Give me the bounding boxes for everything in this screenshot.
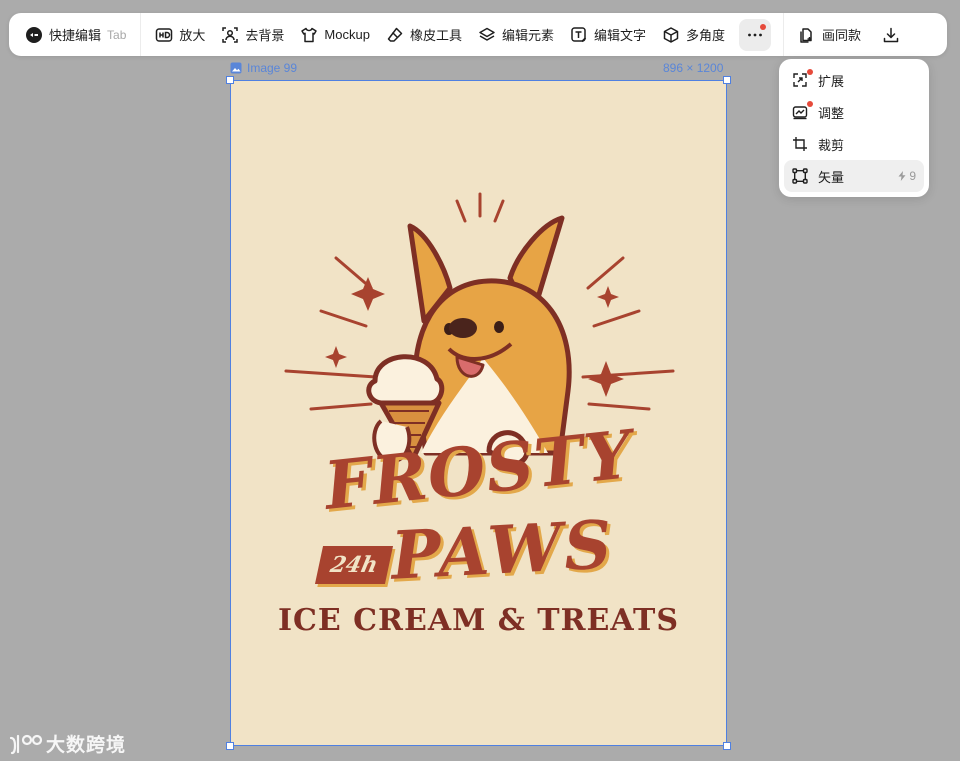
menu-item-label: 矢量 [818, 169, 845, 185]
remove-background-label: 去背景 [245, 28, 285, 43]
poster-title-line2: PAWS [389, 505, 616, 595]
edit-elements-label: 编辑元素 [501, 28, 554, 43]
edit-text-label: 编辑文字 [593, 28, 646, 43]
credit-cost: 9 [897, 169, 916, 183]
more-button[interactable] [739, 18, 771, 51]
crop-icon [793, 137, 807, 151]
expand-icon [793, 73, 807, 87]
multi-angle-button[interactable]: 多角度 [654, 19, 733, 51]
menu-item-label: 裁剪 [818, 137, 845, 153]
image-name-label: Image 99 [230, 61, 297, 75]
download-icon [883, 27, 899, 42]
resize-handle-top-left[interactable] [226, 76, 234, 84]
eraser-label: 橡皮工具 [409, 28, 462, 43]
new-feature-dot [807, 101, 813, 107]
eraser-button[interactable]: 橡皮工具 [378, 19, 470, 51]
top-toolbar: 快捷编辑 Tab 放大 去背景 Mockup 橡皮工具 编辑元素 编辑文字 多角… [9, 13, 947, 56]
notification-dot [760, 23, 766, 30]
layers-icon [479, 27, 495, 41]
mockup-label: Mockup [324, 27, 370, 42]
cube-icon [663, 26, 679, 43]
hd-icon [156, 27, 173, 42]
eraser-icon [387, 27, 403, 42]
vector-icon [792, 168, 808, 184]
draw-same-style-button[interactable]: 画同款 [790, 19, 869, 51]
resize-handle-bottom-right[interactable] [723, 742, 731, 750]
resize-handle-top-right[interactable] [723, 76, 731, 84]
poster-badge-text: 24h [327, 552, 381, 578]
toolbar-divider [140, 13, 142, 56]
watermark-text: 大数跨境 [46, 735, 127, 756]
edit-text-button[interactable]: 编辑文字 [562, 19, 654, 51]
menu-item-label: 调整 [818, 105, 845, 121]
adjust-icon [792, 106, 808, 120]
multi-angle-label: 多角度 [685, 28, 725, 43]
remove-background-button[interactable]: 去背景 [213, 19, 292, 51]
more-menu: 扩展 调整 裁剪 矢量 9 [779, 59, 929, 197]
menu-item-vector[interactable]: 矢量 9 [784, 160, 924, 192]
tshirt-icon [301, 27, 318, 42]
copy-plus-icon [800, 27, 812, 43]
upscale-button[interactable]: 放大 [147, 19, 213, 51]
draw-same-style-label: 画同款 [822, 28, 862, 43]
image-dimensions: 896 × 1200 [663, 61, 724, 75]
menu-item-label: 扩展 [818, 73, 845, 89]
quick-edit-icon [26, 26, 42, 43]
credit-cost-value: 9 [909, 169, 916, 183]
menu-item-adjust[interactable]: 调整 [784, 96, 924, 128]
toolbar-divider [783, 13, 784, 56]
resize-handle-bottom-left[interactable] [226, 742, 234, 750]
watermark-logo-icon [9, 734, 43, 754]
quick-edit-label: 快捷编辑 [49, 28, 102, 43]
image-name: Image 99 [247, 61, 298, 75]
text-edit-icon [571, 26, 587, 42]
remove-background-icon [222, 26, 239, 43]
menu-item-crop[interactable]: 裁剪 [784, 128, 924, 160]
image-icon [230, 62, 242, 74]
quick-edit-hint: Tab [107, 27, 127, 42]
upscale-label: 放大 [179, 28, 206, 43]
edit-elements-button[interactable]: 编辑元素 [470, 19, 562, 51]
mockup-button[interactable]: Mockup [292, 19, 378, 51]
new-feature-dot [807, 69, 813, 75]
lightning-icon [898, 171, 906, 181]
menu-item-expand[interactable]: 扩展 [784, 64, 924, 96]
download-button[interactable] [875, 19, 907, 51]
selected-image[interactable]: FROSTY 24h PAWS ICE CREAM & TREATS [230, 80, 727, 746]
watermark: 大数跨境 [8, 730, 126, 757]
poster-badge: 24h [314, 546, 394, 584]
poster-tagline: ICE CREAM & TREATS [277, 603, 680, 638]
quick-edit-button[interactable]: 快捷编辑 Tab [17, 19, 134, 51]
